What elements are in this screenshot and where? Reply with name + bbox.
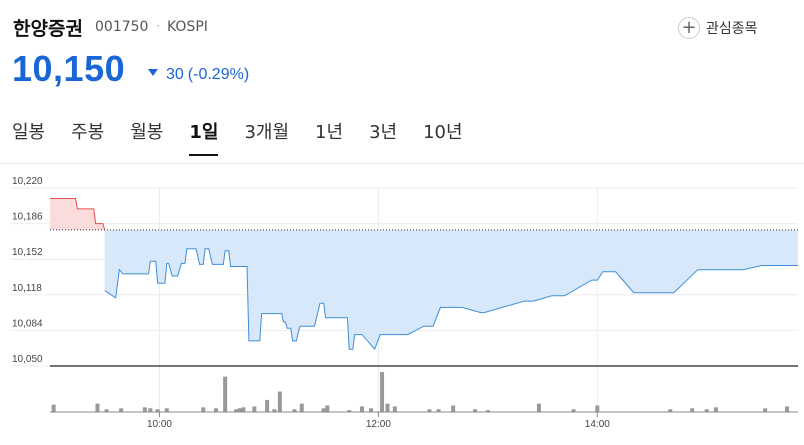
volume-bar <box>763 408 768 412</box>
price-change: 30 (-0.29%) <box>148 66 249 84</box>
y-tick-label: 10,152 <box>12 247 43 258</box>
y-tick-label: 10,220 <box>12 176 43 187</box>
volume-bar <box>119 408 124 412</box>
tab-period-6[interactable]: 3년 <box>369 118 397 156</box>
add-favorite-button[interactable]: + 관심종목 <box>678 14 758 42</box>
volume-bar <box>214 408 219 412</box>
volume-bar <box>277 391 282 412</box>
volume-bar <box>359 406 364 412</box>
volume-bar <box>713 407 718 412</box>
x-tick-label: 14:00 <box>585 419 610 430</box>
tab-period-4[interactable]: 3개월 <box>244 118 289 156</box>
tab-period-3[interactable]: 1일 <box>189 118 219 156</box>
volume-bar <box>690 408 695 412</box>
volume-bar <box>265 399 270 412</box>
market-name: KOSPI <box>167 19 208 35</box>
price-area-up <box>50 198 105 230</box>
tab-period-7[interactable]: 10년 <box>423 118 462 156</box>
volume-bar <box>223 376 228 412</box>
tab-period-0[interactable]: 일봉 <box>12 118 45 156</box>
stock-code: 001750 <box>95 19 149 35</box>
volume-bar <box>241 407 246 412</box>
tab-period-2[interactable]: 월봉 <box>130 118 163 156</box>
period-tabs: 일봉 주봉 월봉 1일 3개월 1년 3년 10년 <box>12 118 489 156</box>
x-tick-label: 12:00 <box>366 419 391 430</box>
favorite-label: 관심종목 <box>706 21 758 37</box>
volume-bar <box>369 408 374 412</box>
volume-bar <box>142 407 147 412</box>
separator-dot: · <box>156 19 160 33</box>
y-tick-label: 10,084 <box>12 318 43 329</box>
volume-bar <box>321 408 326 412</box>
current-price: 10,150 <box>12 48 126 89</box>
volume-bar <box>451 405 456 412</box>
y-tick-label: 10,186 <box>12 212 43 223</box>
tab-period-1[interactable]: 주봉 <box>71 118 104 156</box>
volume-bar <box>237 408 242 412</box>
volume-bar <box>380 372 385 412</box>
change-percent: (-0.29%) <box>187 66 250 83</box>
stock-name: 한양증권 <box>13 18 83 40</box>
down-triangle-icon <box>148 68 158 76</box>
volume-bar <box>536 403 541 412</box>
volume-bar <box>595 405 600 412</box>
y-tick-label: 10,050 <box>12 354 43 365</box>
y-tick-label: 10,118 <box>12 283 42 294</box>
tab-period-5[interactable]: 1년 <box>315 118 343 156</box>
change-amount: 30 <box>166 66 184 83</box>
volume-bar <box>392 406 397 412</box>
divider <box>0 163 804 164</box>
volume-bar <box>385 403 390 412</box>
volume-bar <box>201 407 206 412</box>
volume-bar <box>252 406 257 412</box>
volume-bar <box>95 403 100 412</box>
volume-bar <box>148 408 153 412</box>
x-tick-label: 10:00 <box>147 419 172 430</box>
volume-bar <box>299 403 304 412</box>
volume-bar <box>325 405 330 412</box>
volume-bar <box>785 406 790 412</box>
price-area-down <box>104 229 798 350</box>
intraday-price-chart: 10,220 10,186 10,152 10,118 10,084 10,050 10:0… <box>10 176 798 430</box>
volume-bar <box>51 404 56 412</box>
volume-bar <box>164 408 169 412</box>
plus-circle-icon: + <box>678 17 700 39</box>
